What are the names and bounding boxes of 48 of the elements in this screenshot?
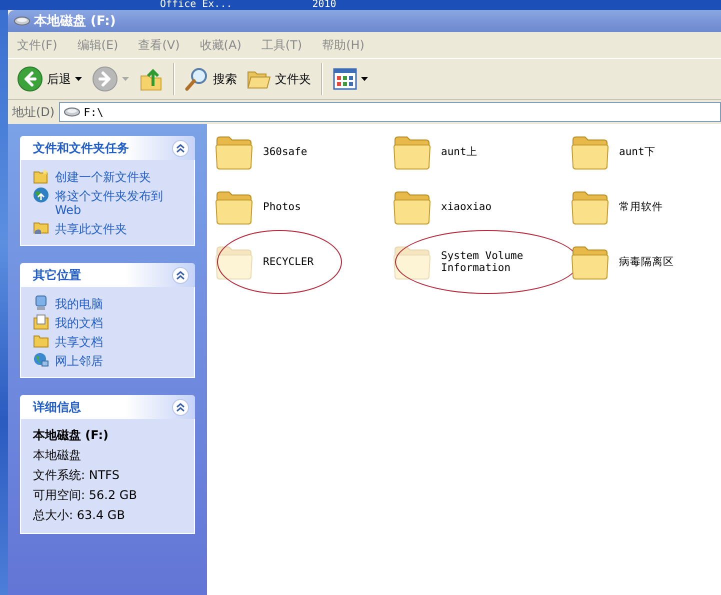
- task-link[interactable]: 将这个文件夹发布到 Web: [55, 187, 180, 217]
- globe-icon: [33, 187, 49, 203]
- task-link[interactable]: 共享此文件夹: [55, 220, 127, 236]
- shared-folder-icon: [33, 220, 49, 236]
- drive-icon: [64, 107, 80, 117]
- task-link[interactable]: 创建一个新文件夹: [55, 168, 151, 184]
- folder-name[interactable]: aunt上: [441, 146, 478, 158]
- new-folder-icon: [33, 168, 49, 184]
- folder-name[interactable]: xiaoxiao: [441, 201, 492, 213]
- folder-name[interactable]: System Volume Information: [441, 250, 551, 274]
- panel-title: 详细信息: [33, 398, 81, 416]
- detail-text: 总大小: 63.4 GB: [33, 507, 126, 524]
- detail-text: 文件系统: NTFS: [33, 467, 120, 484]
- chevron-icon: [176, 270, 185, 280]
- task-link[interactable]: 共享文档: [55, 333, 103, 349]
- computer-icon: [33, 295, 49, 311]
- task-link[interactable]: 我的电脑: [55, 295, 103, 311]
- collapse-button[interactable]: [172, 140, 189, 156]
- chevron-icon: [176, 402, 185, 412]
- folders-button[interactable]: 文件夹: [244, 62, 314, 96]
- folder-name[interactable]: 360safe: [263, 146, 308, 158]
- collapse-button[interactable]: [172, 266, 189, 284]
- chevron-icon: [176, 144, 185, 152]
- detail-text: 可用空间: 56.2 GB: [33, 487, 138, 504]
- panel-title: 文件和文件夹任务: [33, 140, 129, 156]
- search-icon: [185, 67, 209, 91]
- folder-name[interactable]: aunt下: [619, 146, 656, 158]
- task-link[interactable]: 网上邻居: [55, 352, 103, 368]
- network-icon: [33, 352, 49, 368]
- documents-folder-icon: [33, 314, 49, 330]
- folder-name[interactable]: RECYCLER: [263, 256, 314, 268]
- task-link[interactable]: 我的文档: [55, 314, 103, 330]
- panel-title: 其它位置: [33, 266, 81, 284]
- folder-name[interactable]: Photos: [263, 201, 301, 213]
- folder-name[interactable]: 常用软件: [619, 201, 663, 213]
- search-button[interactable]: 搜索: [182, 62, 240, 96]
- folder-icon: [33, 333, 49, 349]
- folder-up-icon: [139, 66, 163, 92]
- views-grid-icon: [333, 68, 357, 90]
- address-label: 地址(D): [12, 104, 55, 120]
- drive-icon: [14, 16, 30, 26]
- back-button[interactable]: 后退: [14, 62, 85, 96]
- window-title: 本地磁盘 (F:): [34, 13, 116, 30]
- collapse-button[interactable]: [172, 398, 189, 416]
- drive-name: 本地磁盘 (F:): [33, 427, 110, 444]
- address-field[interactable]: F:\: [58, 102, 721, 122]
- detail-text: 本地磁盘: [33, 447, 82, 464]
- folder-name[interactable]: 病毒隔离区: [619, 256, 674, 268]
